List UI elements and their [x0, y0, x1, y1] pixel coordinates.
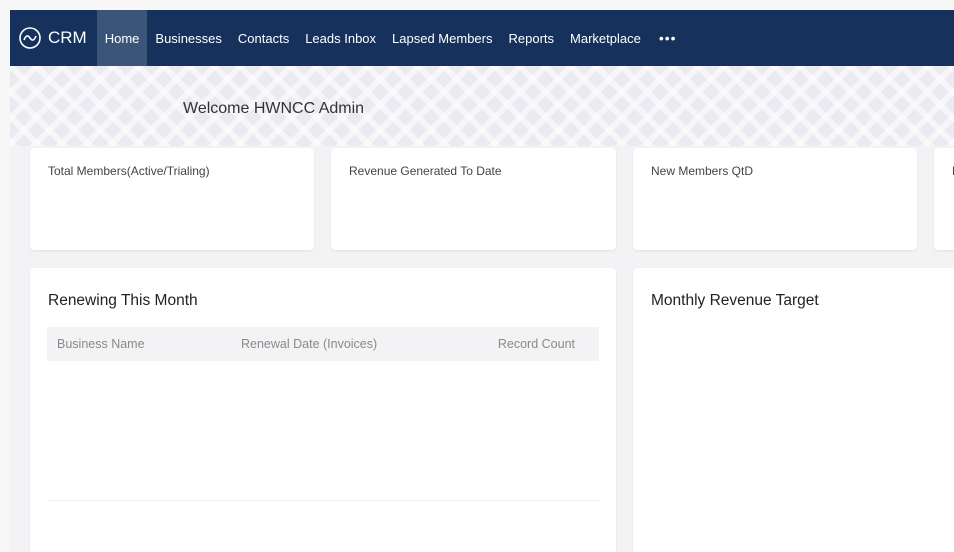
- kpi-label: Revenue Generated To Date: [349, 164, 502, 178]
- nav-contacts[interactable]: Contacts: [230, 10, 297, 66]
- column-header-record-count[interactable]: Record Count: [498, 337, 575, 351]
- panel-title: Monthly Revenue Target: [651, 292, 819, 309]
- nav-marketplace[interactable]: Marketplace: [562, 10, 649, 66]
- table-divider: [47, 500, 599, 501]
- renewing-panel: Renewing This Month Business Name Renewa…: [30, 268, 616, 552]
- welcome-banner: [10, 66, 954, 146]
- column-header-renewal-date[interactable]: Renewal Date (Invoices): [241, 337, 377, 351]
- brand[interactable]: CRM: [10, 10, 97, 66]
- more-menu-icon[interactable]: •••: [649, 30, 687, 46]
- nav-leads-inbox[interactable]: Leads Inbox: [297, 10, 384, 66]
- nav-lapsed-members[interactable]: Lapsed Members: [384, 10, 500, 66]
- brand-name: CRM: [48, 28, 87, 47]
- crm-logo-icon: [19, 27, 41, 49]
- kpi-card-new-members: New Members QtD: [633, 148, 917, 250]
- top-navbar: CRM Home Businesses Contacts Leads Inbox…: [10, 10, 954, 66]
- revenue-target-panel: Monthly Revenue Target: [633, 268, 954, 552]
- kpi-card-revenue: Revenue Generated To Date: [331, 148, 616, 250]
- panel-title: Renewing This Month: [48, 292, 198, 309]
- kpi-card-partial: N: [934, 148, 954, 250]
- column-header-business-name[interactable]: Business Name: [57, 337, 145, 351]
- welcome-message: Welcome HWNCC Admin: [183, 100, 365, 117]
- kpi-card-total-members: Total Members(Active/Trialing): [30, 148, 314, 250]
- nav-businesses[interactable]: Businesses: [147, 10, 229, 66]
- top-strip: [0, 0, 954, 10]
- kpi-label: New Members QtD: [651, 164, 754, 178]
- nav-home[interactable]: Home: [96, 10, 148, 66]
- kpi-label: Total Members(Active/Trialing): [48, 164, 210, 178]
- left-gutter: [0, 10, 10, 552]
- table-header: Business Name Renewal Date (Invoices) Re…: [47, 327, 599, 361]
- nav-reports[interactable]: Reports: [501, 10, 563, 66]
